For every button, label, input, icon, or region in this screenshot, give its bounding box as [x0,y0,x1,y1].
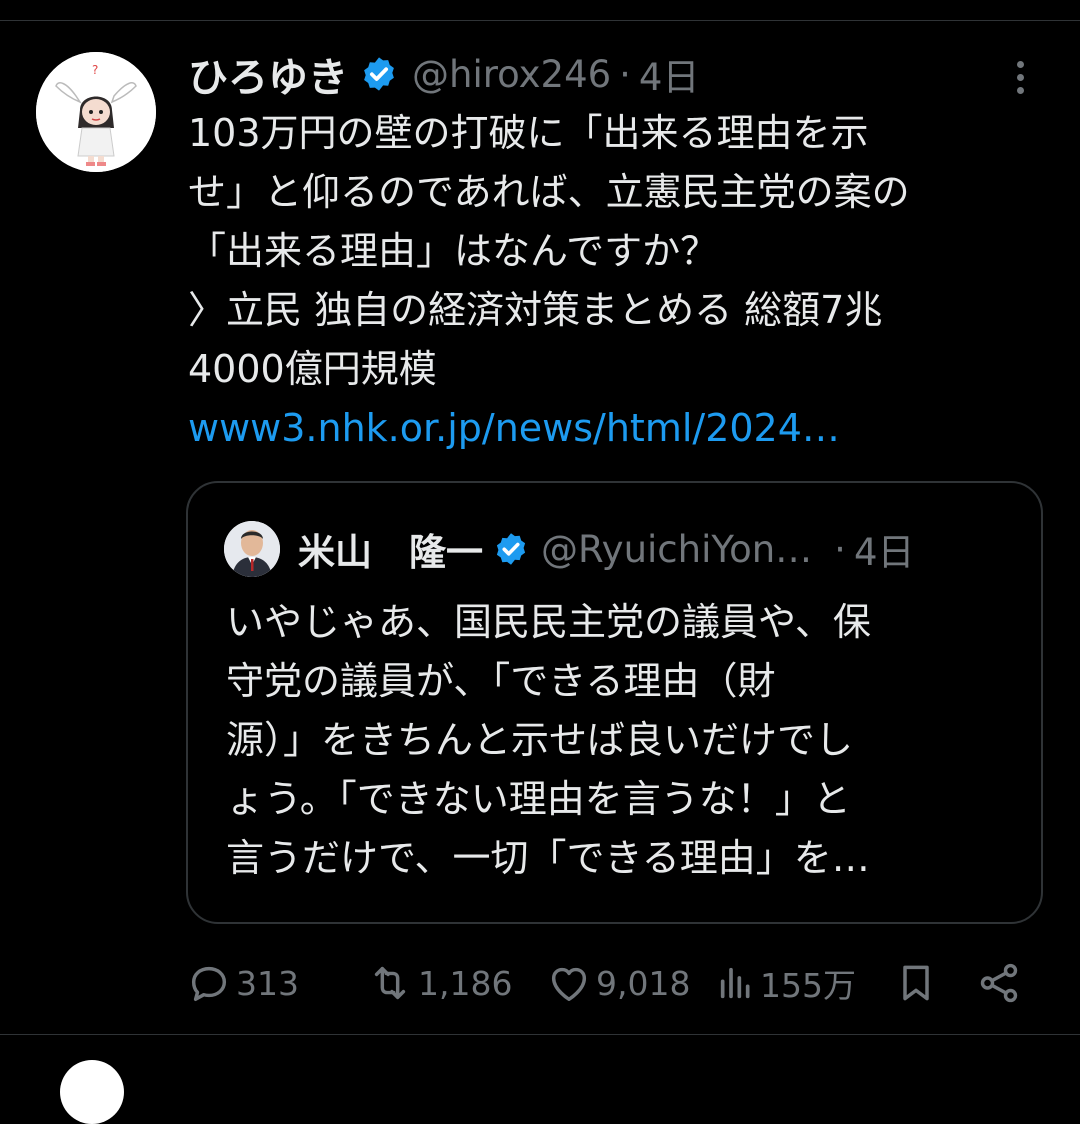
top-divider [0,20,1080,21]
like-button[interactable]: 9,018 [546,955,690,1011]
reply-count: 313 [236,963,299,1003]
heart-icon [551,967,587,1002]
more-icon[interactable] [1000,52,1040,102]
tweet-actions-bar: 313 1,186 9,018 155万 [186,955,1046,1011]
author-name[interactable]: ひろゆき [188,45,348,103]
more-dot [1016,73,1024,81]
bottom-divider [0,1034,1080,1035]
tweet-link[interactable]: www3.nhk.or.jp/news/html/2024… [188,399,1048,458]
bookmark-icon [903,965,929,1001]
author-handle[interactable]: @hirox246 [412,53,611,96]
quoted-text-line: 言うだけで、一切「できる理由」を… [226,836,870,880]
share-button[interactable] [976,955,1022,1011]
tweet-text-line: 4000億円規模 [188,347,437,391]
tweet-text-line: 〉立民 独自の経済対策まとめる 総額7兆 [188,288,883,332]
separator-dot: · [834,527,846,571]
verified-badge-icon [496,533,526,565]
like-count: 9,018 [596,963,691,1003]
views-button[interactable]: 155万 [716,955,856,1011]
tweet-text-line: 103万円の壁の打破に「出来る理由を示 [188,111,869,155]
views-count: 155万 [760,966,856,1005]
quoted-tweet-text: いやじゃあ、国民民主党の議員や、保 守党の議員が、「できる理由（財 源）」をきち… [226,593,1016,888]
quoted-author-name: 米山 隆一 [298,531,483,574]
bookmark-button[interactable] [894,955,938,1011]
separator-dot: · [619,52,631,96]
quoted-text-line: 源）」をきちんと示せば良いだけでし [226,718,854,762]
verified-badge-icon [364,57,394,91]
tweet-header: ひろゆき @hirox246 · 4日 [188,46,699,102]
quoted-timestamp: 4日 [853,531,915,574]
more-dot [1016,60,1024,68]
reply-button[interactable]: 313 [186,955,299,1011]
more-dot [1016,86,1024,94]
retweet-icon [374,966,406,1000]
author-avatar[interactable]: ? [36,52,156,172]
quoted-tweet-card[interactable]: 米山 隆一 @RyuichiYon… · 4日 いやじゃあ、国民民主党の議員や、… [186,481,1043,924]
retweet-count: 1,186 [418,963,513,1003]
quoted-author-handle: @RyuichiYon… [541,527,813,571]
quoted-text-line: いやじゃあ、国民民主党の議員や、保 [226,600,871,644]
quoted-avatar-photo [224,521,280,577]
views-icon [720,967,750,999]
quoted-text-line: ょう。「できない理由を言うな！」と [226,777,851,821]
quoted-author-avatar [224,521,280,577]
tweet-text: 103万円の壁の打破に「出来る理由を示 せ」と仰るのであれば、立憲民主党の案の … [188,104,1048,458]
avatar-illustration: ? [36,52,156,172]
quoted-text-line: 守党の議員が、「できる理由（財 [226,659,776,703]
share-icon [980,963,1018,1003]
tweet-text-line: せ」と仰るのであれば、立憲民主党の案の [188,170,910,214]
svg-text:?: ? [92,63,98,77]
retweet-button[interactable]: 1,186 [366,955,512,1011]
next-tweet-avatar[interactable] [60,1060,124,1124]
tweet-text-line: 「出来る理由」はなんですか？ [188,229,719,273]
quoted-tweet-header: 米山 隆一 @RyuichiYon… · 4日 [224,521,914,577]
timestamp[interactable]: 4日 [639,47,700,101]
reply-icon [191,966,227,1002]
